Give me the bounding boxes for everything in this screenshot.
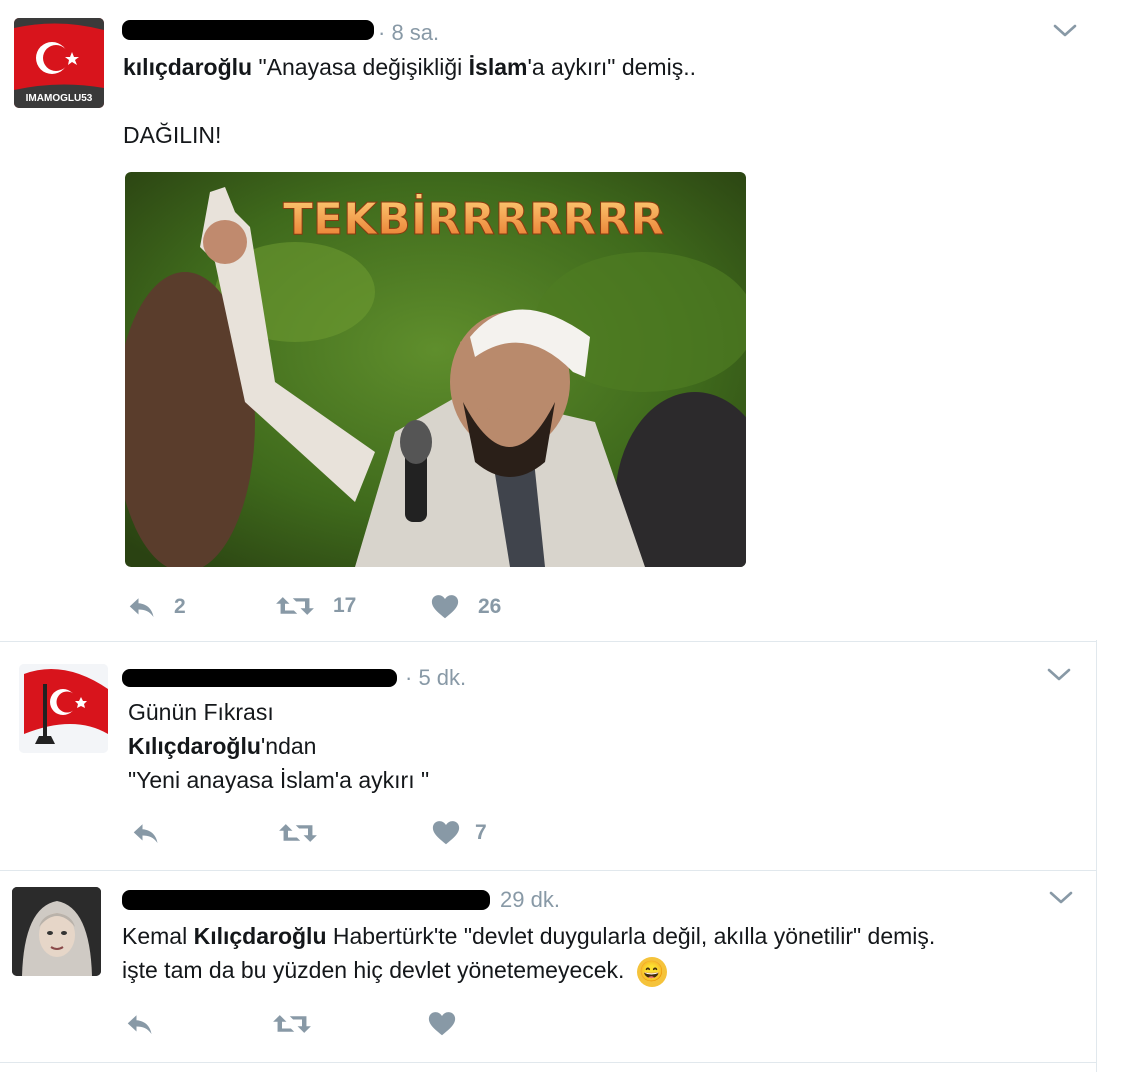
heart-icon (427, 1009, 457, 1039)
grinning-emoji-icon: 😄 (636, 956, 667, 987)
tweet-text-line: "Yeni anayasa İslam'a aykırı " (128, 767, 430, 793)
like-button[interactable]: 26 (430, 592, 501, 622)
tweet-text-line: işte tam da bu yüzden hiç devlet yönetem… (122, 953, 667, 987)
chevron-down-icon[interactable] (1047, 668, 1071, 682)
tweet-text-line: Kemal Kılıçdaroğlu Habertürk'te "devlet … (122, 923, 936, 949)
tweet-timestamp[interactable]: 29 dk. (500, 887, 560, 913)
tweet[interactable]: 29 dk. Kemal Kılıçdaroğlu Habertürk'te "… (0, 870, 1096, 1063)
tweet-text-line: DAĞILIN! (123, 122, 222, 148)
avatar[interactable] (12, 887, 101, 976)
reply-count: 2 (174, 595, 186, 618)
tweet-text-line: Kılıçdaroğlu'ndan (128, 733, 317, 759)
like-button[interactable]: 7 (431, 818, 487, 848)
retweet-icon (278, 819, 318, 847)
retweet-button[interactable] (278, 819, 318, 847)
photo-illustration: TEKBİRRRRRRR (125, 172, 746, 567)
tweet-text-line: Günün Fıkrası (128, 699, 274, 725)
tweet-text: kılıçdaroğlu "Anayasa değişikliği İslam'… (123, 54, 696, 80)
retweet-icon (272, 1010, 312, 1038)
turkish-flag-icon (19, 664, 108, 753)
mention[interactable]: Kılıçdaroğlu (194, 923, 327, 949)
reply-button[interactable] (124, 1009, 154, 1039)
reply-button[interactable]: 2 (126, 592, 186, 622)
profile-photo (12, 887, 101, 976)
tweet-media-image[interactable]: TEKBİRRRRRRR (125, 172, 746, 567)
mention[interactable]: Kılıçdaroğlu (128, 733, 261, 759)
like-count: 26 (478, 595, 502, 618)
chevron-down-icon[interactable] (1053, 24, 1077, 38)
retweet-button[interactable] (272, 1010, 312, 1038)
redacted-username (122, 669, 397, 687)
divider (0, 1062, 1096, 1063)
redacted-username (122, 20, 374, 40)
redacted-username (122, 890, 490, 910)
tweet[interactable]: · 5 dk. Günün Fıkrası Kılıçdaroğlu'ndan … (0, 641, 1096, 870)
hashtag[interactable]: İslam (469, 54, 528, 80)
reply-icon (124, 1009, 154, 1039)
tweet-timestamp[interactable]: · 8 sa. (378, 20, 439, 46)
heart-icon (430, 592, 460, 622)
heart-icon (431, 818, 461, 848)
tweet-timestamp[interactable]: · 5 dk. (405, 665, 466, 691)
chevron-down-icon[interactable] (1049, 891, 1073, 905)
retweet-icon (275, 592, 315, 620)
like-count: 7 (475, 821, 487, 844)
reply-button[interactable] (130, 818, 160, 848)
like-button[interactable] (427, 1009, 457, 1039)
reply-icon (130, 818, 160, 848)
tweet[interactable]: IMAMOGLU53 · 8 sa. kılıçdaroğlu "Anayasa… (0, 0, 1096, 640)
reply-icon (126, 592, 156, 622)
avatar[interactable] (19, 664, 108, 753)
avatar[interactable]: IMAMOGLU53 (14, 18, 104, 108)
retweet-count: 17 (333, 594, 357, 617)
media-caption: TEKBİRRRRRRR (283, 192, 664, 245)
retweet-button[interactable]: 17 (275, 592, 356, 620)
avatar-label: IMAMOGLU53 (25, 93, 93, 104)
divider (1096, 640, 1097, 1072)
mention[interactable]: kılıçdaroğlu (123, 54, 252, 80)
